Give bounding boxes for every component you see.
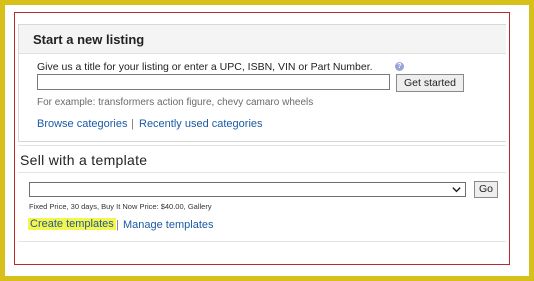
- example-text: For example: transformers action figure,…: [37, 97, 314, 108]
- listing-prompt: Give us a title for your listing or ente…: [37, 61, 373, 73]
- link-separator: |: [131, 118, 134, 130]
- template-select[interactable]: [29, 182, 466, 197]
- recently-used-categories-link[interactable]: Recently used categories: [139, 118, 263, 130]
- chevron-down-icon: [452, 187, 461, 193]
- create-templates-link[interactable]: Create templates: [28, 218, 116, 230]
- help-icon[interactable]: ?: [395, 62, 404, 71]
- template-description: Fixed Price, 30 days, Buy It Now Price: …: [29, 202, 212, 211]
- new-listing-title: Start a new listing: [33, 32, 145, 47]
- get-started-button[interactable]: Get started: [396, 74, 464, 92]
- section-divider: [18, 145, 506, 146]
- sell-template-title: Sell with a template: [20, 152, 148, 168]
- go-button[interactable]: Go: [474, 181, 498, 198]
- template-link-separator: |: [116, 219, 119, 231]
- manage-templates-link[interactable]: Manage templates: [123, 219, 214, 231]
- browse-categories-link[interactable]: Browse categories: [37, 118, 128, 130]
- listing-title-input[interactable]: [37, 74, 390, 90]
- new-listing-header: Start a new listing: [19, 25, 506, 54]
